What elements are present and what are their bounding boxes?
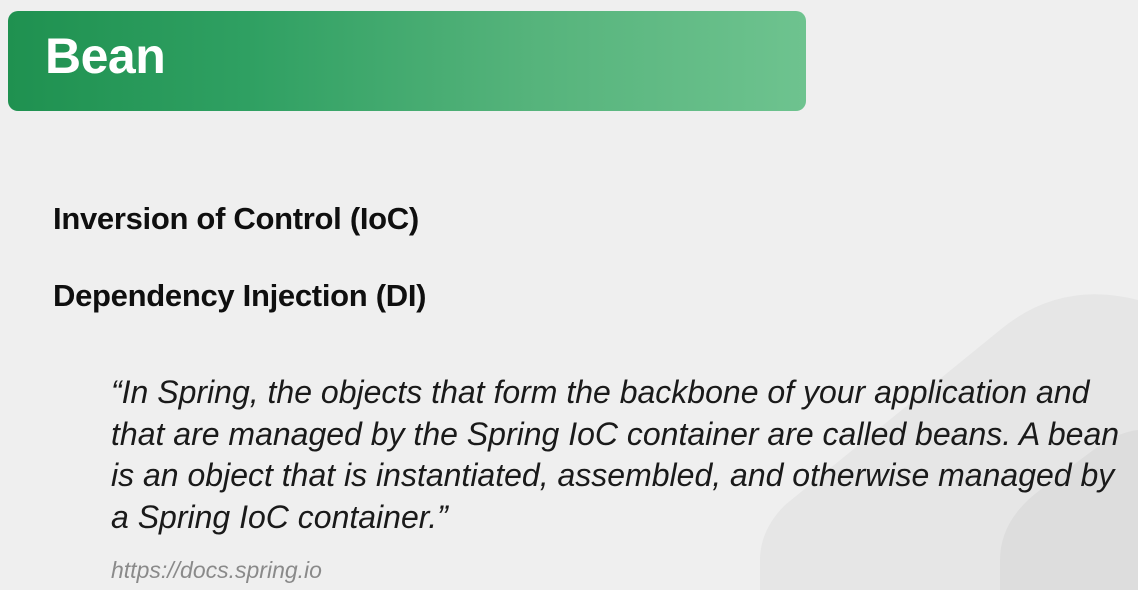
topic-ioc: Inversion of Control (IoC) [53, 201, 419, 236]
slide-title: Bean [45, 28, 166, 84]
quote-source: https://docs.spring.io [111, 557, 322, 583]
topic-di: Dependency Injection (DI) [53, 278, 427, 313]
title-banner: Bean [8, 11, 806, 111]
bean-definition-quote: “In Spring, the objects that form the ba… [111, 374, 1120, 535]
